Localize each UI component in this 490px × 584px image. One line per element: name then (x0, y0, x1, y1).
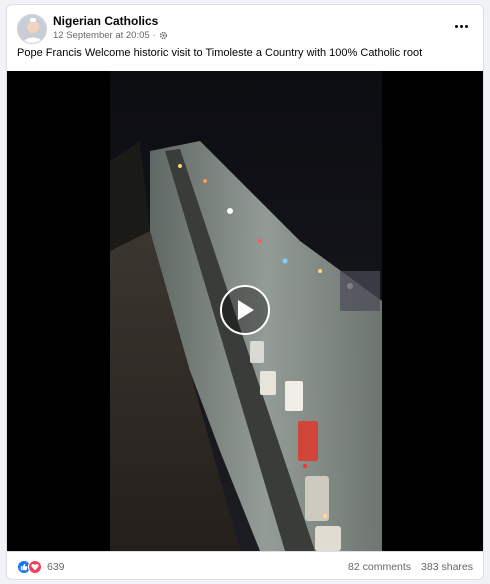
video-player[interactable] (7, 71, 483, 551)
dot-icon (454, 24, 458, 28)
avatar-image (18, 15, 46, 43)
gear-icon[interactable] (159, 31, 168, 40)
play-button[interactable] (220, 285, 270, 335)
post-footer: 639 82 comments 383 shares (7, 551, 483, 579)
love-icon (28, 560, 42, 574)
meta-separator: · (152, 30, 156, 41)
post-header: Nigerian Catholics 12 September at 20:05… (7, 5, 483, 49)
avatar[interactable] (17, 14, 47, 44)
reaction-count: 639 (47, 561, 65, 573)
comments-count-link[interactable]: 82 comments (348, 561, 411, 573)
engagement-stats: 82 comments 383 shares (348, 561, 473, 573)
shares-count-link[interactable]: 383 shares (421, 561, 473, 573)
post-caption: Pope Francis Welcome historic visit to T… (17, 47, 423, 59)
dot-icon (464, 24, 468, 28)
post-meta: 12 September at 20:05 · (53, 30, 168, 41)
reactions-summary[interactable]: 639 (17, 560, 65, 574)
page-name-link[interactable]: Nigerian Catholics (53, 14, 158, 28)
play-icon (238, 300, 254, 320)
dot-icon (459, 24, 463, 28)
heart-icon (31, 564, 39, 571)
post-timestamp[interactable]: 12 September at 20:05 (53, 30, 150, 41)
facebook-post: Nigerian Catholics 12 September at 20:05… (6, 4, 484, 580)
more-options-button[interactable] (449, 15, 473, 37)
thumbs-up-icon (20, 563, 28, 571)
